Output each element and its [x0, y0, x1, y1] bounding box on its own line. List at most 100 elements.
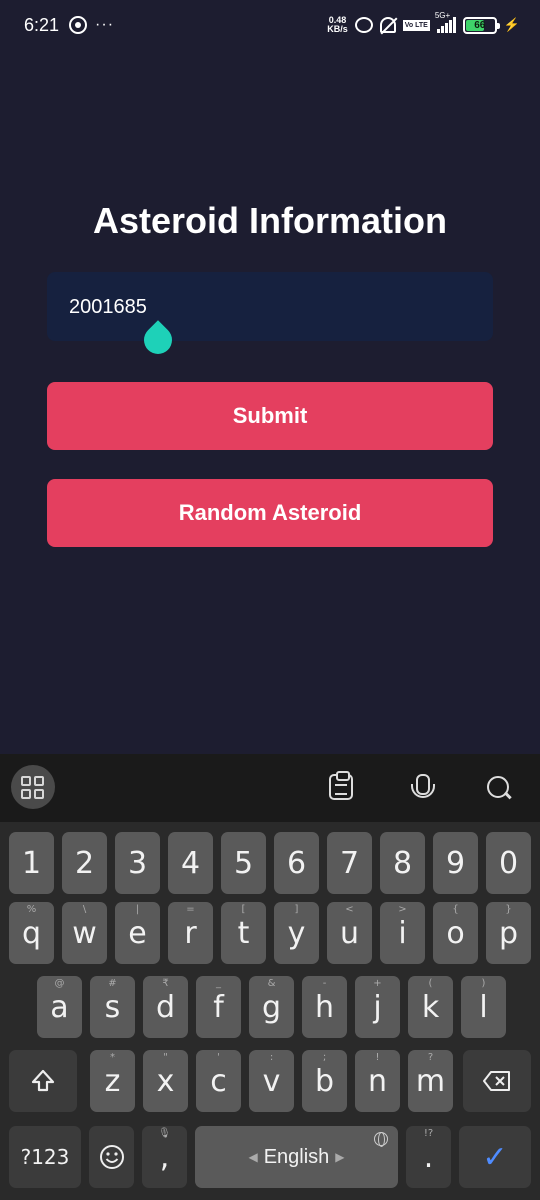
- key-k[interactable]: (k: [408, 976, 453, 1038]
- key-p[interactable]: } p: [486, 902, 531, 964]
- key-r-label: r: [184, 915, 197, 951]
- battery-icon: 66: [462, 16, 500, 34]
- key-w[interactable]: \ w: [62, 902, 107, 964]
- key-i[interactable]: > i: [380, 902, 425, 964]
- key-y[interactable]: ] y: [274, 902, 319, 964]
- signal-icon: 5G+: [435, 11, 456, 33]
- key-m-label: m: [415, 1063, 446, 1099]
- key-y-alt: ]: [294, 904, 299, 915]
- comma-key[interactable]: 🎙 ,: [142, 1126, 187, 1188]
- key-f-alt: _: [216, 978, 221, 989]
- key-x-alt: ": [163, 1052, 168, 1063]
- key-f[interactable]: _ f: [196, 976, 241, 1038]
- key-s-label: s: [104, 989, 121, 1025]
- network-speed-unit: KB/s: [327, 24, 348, 34]
- key-f-label: f: [213, 989, 224, 1025]
- comma-mic-icon: 🎙: [158, 1128, 171, 1139]
- key-e[interactable]: | e: [115, 902, 160, 964]
- globe-icon: [374, 1132, 388, 1147]
- key-q-alt: %: [26, 904, 37, 915]
- key-z-alt: *: [110, 1052, 115, 1063]
- key-r-alt: =: [186, 904, 195, 915]
- key-t[interactable]: [t: [221, 902, 266, 964]
- mute-bell-icon: [379, 17, 396, 33]
- key-a[interactable]: @ a: [37, 976, 82, 1038]
- comma-label: ,: [159, 1139, 170, 1175]
- clipboard-icon[interactable]: [329, 771, 353, 800]
- asteroid-id-input[interactable]: 2001685: [47, 272, 493, 341]
- key-w-alt: \: [82, 904, 87, 915]
- key-q-label: q: [21, 915, 42, 951]
- charging-icon: ⚡: [503, 17, 520, 32]
- key-l-alt: ): [481, 978, 486, 989]
- backspace-icon: [483, 1071, 510, 1091]
- key-a-alt: @: [54, 978, 65, 989]
- key-7[interactable]: 7: [327, 832, 372, 894]
- language-next-icon: ▶: [335, 1150, 345, 1164]
- key-j-alt: +: [373, 978, 382, 989]
- key-u[interactable]: < u: [327, 902, 372, 964]
- key-y-label: y: [287, 915, 306, 951]
- key-5[interactable]: 5: [221, 832, 266, 894]
- key-w-label: w: [72, 915, 97, 951]
- key-h-alt: -: [322, 978, 327, 989]
- key-r[interactable]: = r: [168, 902, 213, 964]
- key-c[interactable]: ' c: [196, 1050, 241, 1112]
- key-n-label: n: [367, 1063, 387, 1099]
- submit-button[interactable]: Submit: [47, 382, 493, 450]
- key-v[interactable]: :v: [249, 1050, 294, 1112]
- key-v-label: v: [262, 1063, 281, 1099]
- key-p-label: p: [498, 915, 519, 951]
- enter-key[interactable]: ✓: [459, 1126, 531, 1188]
- key-g[interactable]: & g: [249, 976, 294, 1038]
- period-alt: !?: [423, 1128, 434, 1139]
- status-time: 6:21: [24, 14, 60, 35]
- key-z[interactable]: * z: [90, 1050, 135, 1112]
- key-h[interactable]: -h: [302, 976, 347, 1038]
- key-p-alt: }: [505, 904, 512, 915]
- key-4[interactable]: 4: [168, 832, 213, 894]
- emoji-key[interactable]: [89, 1126, 134, 1188]
- key-i-alt: >: [398, 904, 407, 915]
- key-d-alt: ₹: [162, 978, 169, 989]
- random-asteroid-button[interactable]: Random Asteroid: [47, 479, 493, 547]
- keyboard: 1 2 3 4 5 6 7 8 9 0 % q \ w | e = r [t ] y < u…: [0, 822, 540, 1200]
- key-x[interactable]: " x: [143, 1050, 188, 1112]
- key-j[interactable]: + j: [355, 976, 400, 1038]
- key-b[interactable]: ; b: [302, 1050, 347, 1112]
- key-3[interactable]: 3: [115, 832, 160, 894]
- key-l-label: l: [479, 989, 488, 1025]
- key-9[interactable]: 9: [433, 832, 478, 894]
- text-cursor-handle[interactable]: [144, 322, 172, 354]
- key-c-alt: ': [217, 1052, 220, 1063]
- more-notifications-icon: ···: [95, 16, 115, 33]
- shift-key[interactable]: [9, 1050, 77, 1112]
- period-key[interactable]: !? .: [406, 1126, 451, 1188]
- key-n[interactable]: ! n: [355, 1050, 400, 1112]
- whatsapp-icon: [69, 16, 88, 34]
- key-0[interactable]: 0: [486, 832, 531, 894]
- key-m-alt: ?: [427, 1052, 434, 1063]
- microphone-icon[interactable]: [408, 774, 436, 802]
- key-8[interactable]: 8: [380, 832, 425, 894]
- symbols-key[interactable]: ?123: [9, 1126, 81, 1188]
- backspace-key[interactable]: [463, 1050, 531, 1112]
- language-prev-icon: ◀: [248, 1150, 258, 1164]
- search-icon[interactable]: [485, 774, 513, 802]
- status-bar: 6:21 ··· 0.48 KB/s Vo LTE 5G+ 66 ⚡: [0, 0, 540, 50]
- apps-grid-icon[interactable]: [11, 765, 55, 809]
- key-2[interactable]: 2: [62, 832, 107, 894]
- key-m[interactable]: ? m: [408, 1050, 453, 1112]
- page-title: Asteroid Information: [92, 200, 447, 241]
- key-1[interactable]: 1: [9, 832, 54, 894]
- key-d-label: d: [155, 989, 176, 1025]
- key-k-label: k: [421, 989, 440, 1025]
- key-c-label: c: [210, 1063, 227, 1099]
- key-6[interactable]: 6: [274, 832, 319, 894]
- key-l[interactable]: ) l: [461, 976, 506, 1038]
- space-key[interactable]: ◀ English ▶: [195, 1126, 398, 1188]
- key-d[interactable]: ₹ d: [143, 976, 188, 1038]
- key-q[interactable]: % q: [9, 902, 54, 964]
- key-o[interactable]: {o: [433, 902, 478, 964]
- key-s[interactable]: # s: [90, 976, 135, 1038]
